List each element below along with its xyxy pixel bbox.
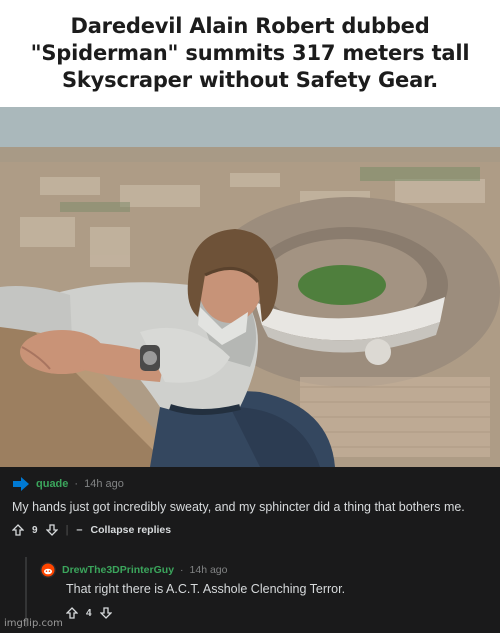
- reply-score: 4: [86, 607, 92, 619]
- reddit-snoo-icon: [40, 562, 56, 578]
- comment-thread: quade · 14h ago My hands just got incred…: [0, 467, 500, 633]
- photo-illustration: [0, 107, 500, 467]
- upvote-arrow-icon[interactable]: [65, 607, 79, 619]
- reply-username[interactable]: DrewThe3DPrinterGuy: [62, 564, 174, 576]
- comment-body: My hands just got incredibly sweaty, and…: [12, 500, 465, 514]
- reply-body: That right there is A.C.T. Asshole Clenc…: [66, 582, 346, 596]
- headline-banner: Daredevil Alain Robert dubbed "Spiderman…: [0, 0, 500, 107]
- comment-meta: quade · 14h ago: [12, 475, 124, 493]
- downvote-arrow-icon[interactable]: [98, 607, 113, 619]
- comment-actions: 9 | – Collapse replies: [11, 521, 172, 539]
- comment-score: 9: [32, 524, 38, 536]
- reply-timestamp: 14h ago: [189, 564, 228, 576]
- upvote-arrow-icon[interactable]: [11, 524, 25, 536]
- downvote-arrow-icon[interactable]: [44, 524, 59, 536]
- imgflip-watermark: imgflip.com: [4, 618, 63, 629]
- meta-separator: ·: [74, 478, 79, 490]
- headline-title: Daredevil Alain Robert dubbed "Spiderman…: [30, 14, 470, 92]
- collapse-replies-button[interactable]: Collapse replies: [91, 524, 172, 536]
- reply-actions: 4: [65, 604, 113, 622]
- dash-icon: –: [76, 524, 83, 536]
- climber-photo: [0, 107, 500, 467]
- reply-meta: DrewThe3DPrinterGuy · 14h ago: [40, 561, 228, 579]
- comment-username[interactable]: quade: [36, 478, 68, 490]
- meta-separator: ·: [180, 564, 184, 576]
- blue-arrow-icon: [12, 477, 30, 491]
- comment-timestamp: 14h ago: [84, 478, 124, 490]
- action-divider: |: [65, 524, 69, 536]
- thread-line[interactable]: [25, 557, 27, 627]
